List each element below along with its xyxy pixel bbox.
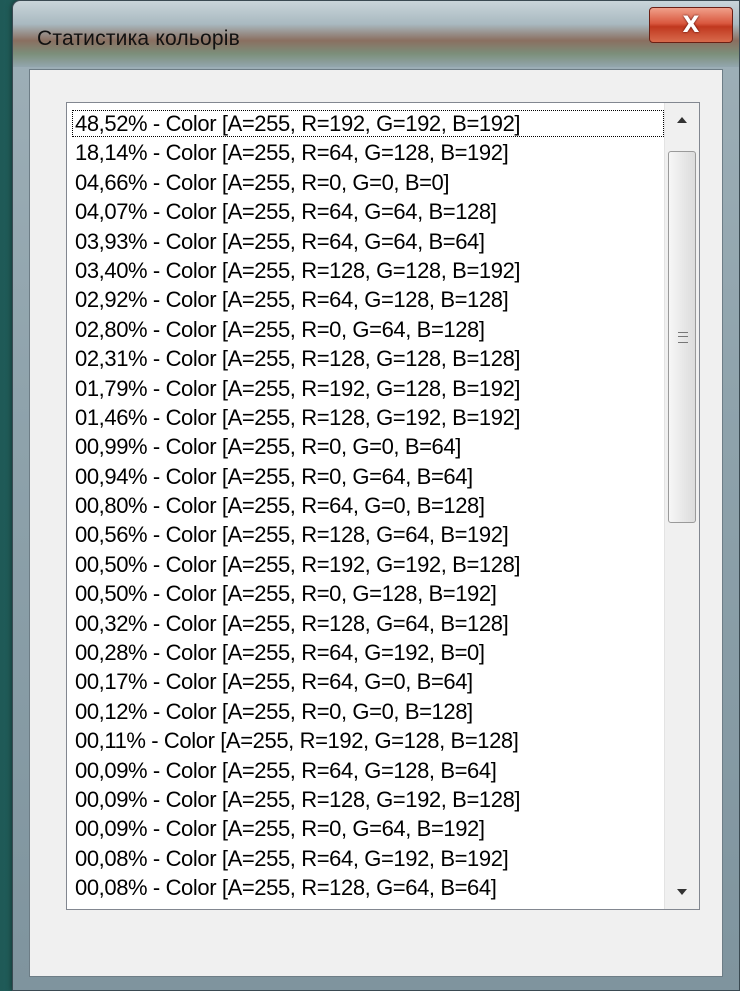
list-item[interactable]: 00,08% - Color [A=255, R=128, G=64, B=64… <box>71 873 665 902</box>
scroll-up-button[interactable] <box>665 103 699 137</box>
list-item[interactable]: 00,56% - Color [A=255, R=128, G=64, B=19… <box>71 520 665 549</box>
list-item[interactable]: 00,09% - Color [A=255, R=128, G=192, B=1… <box>71 785 665 814</box>
list-item[interactable]: 18,14% - Color [A=255, R=64, G=128, B=19… <box>71 138 665 167</box>
close-button[interactable]: X <box>649 7 733 43</box>
chevron-up-icon <box>677 117 687 123</box>
list-item[interactable]: 00,12% - Color [A=255, R=0, G=0, B=128] <box>71 697 665 726</box>
list-item[interactable]: 00,08% - Color [A=255, R=64, G=192, B=19… <box>71 844 665 873</box>
list-item[interactable]: 01,46% - Color [A=255, R=128, G=192, B=1… <box>71 403 665 432</box>
list-item[interactable]: 00,32% - Color [A=255, R=128, G=64, B=12… <box>71 609 665 638</box>
list-item[interactable]: 00,94% - Color [A=255, R=0, G=64, B=64] <box>71 462 665 491</box>
scroll-grip-icon <box>678 332 688 343</box>
color-statistics-listbox[interactable]: 48,52% - Color [A=255, R=192, G=192, B=1… <box>66 102 700 910</box>
list-item[interactable]: 00,50% - Color [A=255, R=192, G=192, B=1… <box>71 550 665 579</box>
list-item[interactable]: 02,80% - Color [A=255, R=0, G=64, B=128] <box>71 315 665 344</box>
color-stats-window: Статистика кольорів X 48,52% - Color [A=… <box>12 0 740 991</box>
list-item[interactable]: 00,28% - Color [A=255, R=64, G=192, B=0] <box>71 638 665 667</box>
list-item[interactable]: 00,11% - Color [A=255, R=192, G=128, B=1… <box>71 726 665 755</box>
list-item[interactable]: 02,92% - Color [A=255, R=64, G=128, B=12… <box>71 285 665 314</box>
list-item[interactable]: 03,40% - Color [A=255, R=128, G=128, B=1… <box>71 256 665 285</box>
list-item[interactable]: 04,66% - Color [A=255, R=0, G=0, B=0] <box>71 168 665 197</box>
scroll-thumb[interactable] <box>668 151 696 523</box>
vertical-scrollbar[interactable] <box>664 103 699 909</box>
list-item[interactable]: 00,99% - Color [A=255, R=0, G=0, B=64] <box>71 432 665 461</box>
title-bar[interactable]: Статистика кольорів X <box>13 1 739 67</box>
listbox-items: 48,52% - Color [A=255, R=192, G=192, B=1… <box>67 103 665 909</box>
list-item[interactable]: 03,93% - Color [A=255, R=64, G=64, B=64] <box>71 227 665 256</box>
list-item[interactable]: 00,50% - Color [A=255, R=0, G=128, B=192… <box>71 579 665 608</box>
window-title: Статистика кольорів <box>37 27 240 50</box>
list-item[interactable]: 02,31% - Color [A=255, R=128, G=128, B=1… <box>71 344 665 373</box>
list-item[interactable]: 48,52% - Color [A=255, R=192, G=192, B=1… <box>71 109 665 138</box>
list-item[interactable]: 00,09% - Color [A=255, R=64, G=128, B=64… <box>71 756 665 785</box>
chevron-down-icon <box>677 889 687 895</box>
list-item[interactable]: 01,79% - Color [A=255, R=192, G=128, B=1… <box>71 374 665 403</box>
scroll-down-button[interactable] <box>665 875 699 909</box>
close-icon: X <box>682 12 700 38</box>
window-client-area: 48,52% - Color [A=255, R=192, G=192, B=1… <box>29 69 723 977</box>
list-item[interactable]: 04,07% - Color [A=255, R=64, G=64, B=128… <box>71 197 665 226</box>
list-item[interactable]: 00,09% - Color [A=255, R=0, G=64, B=192] <box>71 814 665 843</box>
list-item[interactable]: 00,80% - Color [A=255, R=64, G=0, B=128] <box>71 491 665 520</box>
list-item[interactable]: 00,17% - Color [A=255, R=64, G=0, B=64] <box>71 667 665 696</box>
